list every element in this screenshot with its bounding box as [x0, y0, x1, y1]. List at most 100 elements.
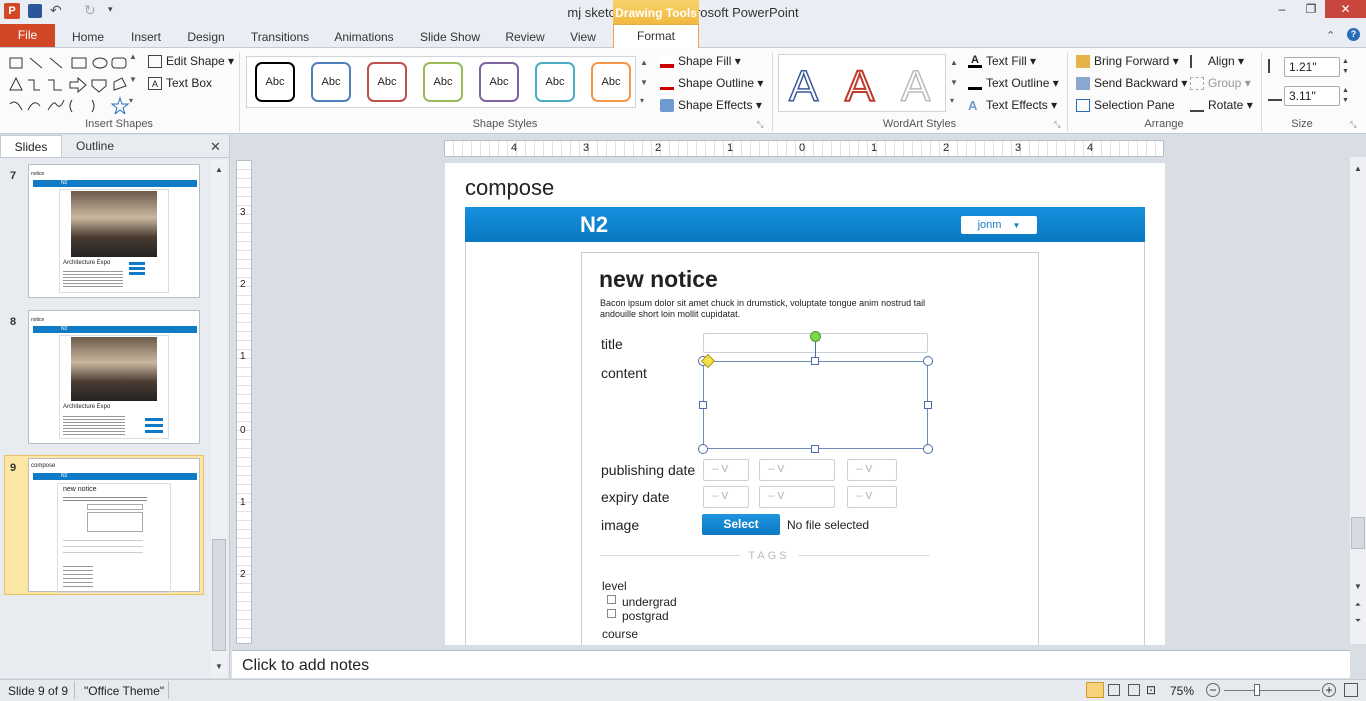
- zoom-slider-thumb[interactable]: [1254, 684, 1260, 696]
- editor-scroll-thumb[interactable]: [1351, 517, 1365, 549]
- undergrad-checkbox[interactable]: [607, 595, 616, 604]
- reading-view-icon[interactable]: [1128, 684, 1140, 696]
- postgrad-checkbox[interactable]: [607, 609, 616, 618]
- shapes-gallery-icons[interactable]: [6, 54, 136, 116]
- selection-pane-button[interactable]: Selection Pane: [1076, 97, 1175, 113]
- align-button[interactable]: Align ▾: [1190, 53, 1244, 69]
- slide-thumbnail-8[interactable]: notice N2 Architecture Expo: [28, 310, 200, 444]
- expiry-day-select[interactable]: -- V: [703, 486, 749, 508]
- resize-handle[interactable]: [923, 356, 933, 366]
- shape-outline-button[interactable]: Shape Outline ▾: [660, 75, 763, 91]
- edit-shape-button[interactable]: Edit Shape ▾: [148, 53, 234, 69]
- select-file-button[interactable]: Select: [702, 514, 780, 535]
- text-box-button[interactable]: A Text Box: [148, 75, 212, 91]
- panel-scroll-down-icon[interactable]: ▼: [212, 660, 226, 674]
- shape-styles-launcher-icon[interactable]: ⤡: [757, 120, 763, 130]
- width-spinner[interactable]: ▲ ▼: [1342, 86, 1349, 106]
- tab-slide-show[interactable]: Slide Show: [414, 27, 486, 48]
- tab-slides[interactable]: Slides: [0, 135, 62, 157]
- editor-scroll-up-icon[interactable]: ▲: [1351, 162, 1365, 176]
- text-fill-button[interactable]: A Text Fill ▾: [968, 53, 1036, 69]
- zoom-in-icon[interactable]: +: [1322, 683, 1336, 697]
- panel-scroll-thumb[interactable]: [212, 539, 226, 651]
- publishing-month-select[interactable]: -- V: [759, 459, 835, 481]
- previous-slide-icon[interactable]: ⏶: [1351, 598, 1365, 612]
- resize-handle[interactable]: [699, 401, 707, 409]
- style-purple[interactable]: Abc: [479, 62, 519, 102]
- close-button[interactable]: ✕: [1325, 0, 1366, 18]
- slide-sorter-icon[interactable]: [1108, 684, 1120, 696]
- wordart-gallery[interactable]: A A A: [778, 54, 946, 112]
- content-textarea-selected[interactable]: [703, 361, 928, 449]
- style-blue[interactable]: Abc: [311, 62, 351, 102]
- wordart-scroll-up-icon[interactable]: ▲: [950, 58, 958, 67]
- tab-outline[interactable]: Outline: [64, 135, 126, 157]
- wordart-launcher-icon[interactable]: ⤡: [1054, 120, 1060, 130]
- style-red[interactable]: Abc: [367, 62, 407, 102]
- notes-pane[interactable]: Click to add notes: [232, 650, 1350, 678]
- shapes-gallery[interactable]: [6, 54, 136, 116]
- zoom-level[interactable]: 75%: [1170, 684, 1194, 698]
- gallery-scroll-up-icon[interactable]: ▲: [129, 52, 137, 61]
- tab-view[interactable]: View: [560, 27, 606, 48]
- tab-transitions[interactable]: Transitions: [244, 27, 316, 48]
- editor-scrollbar[interactable]: [1350, 157, 1366, 644]
- style-green[interactable]: Abc: [423, 62, 463, 102]
- normal-view-icon[interactable]: [1086, 682, 1104, 698]
- expiry-month-select[interactable]: -- V: [759, 486, 835, 508]
- styles-scroll-up-icon[interactable]: ▲: [640, 58, 648, 67]
- resize-handle[interactable]: [811, 445, 819, 453]
- height-spinner[interactable]: ▲ ▼: [1342, 57, 1349, 77]
- resize-handle[interactable]: [698, 444, 708, 454]
- slide-title[interactable]: compose: [465, 175, 554, 201]
- editor-scroll-down-icon[interactable]: ▼: [1351, 580, 1365, 594]
- tab-animations[interactable]: Animations: [328, 27, 400, 48]
- wordart-samples[interactable]: A A A: [779, 55, 947, 113]
- wordart-scroll-down-icon[interactable]: ▼: [950, 78, 958, 87]
- minimize-ribbon-icon[interactable]: ⌃: [1326, 29, 1335, 42]
- wordart-more-icon[interactable]: ▾: [950, 96, 954, 105]
- panel-scroll-up-icon[interactable]: ▲: [212, 163, 226, 177]
- slide-thumbnail-9[interactable]: compose N2 new notice: [28, 458, 200, 593]
- rotation-handle[interactable]: [810, 331, 821, 342]
- tab-review[interactable]: Review: [500, 27, 550, 48]
- styles-more-icon[interactable]: ▾: [640, 96, 644, 105]
- gallery-more-icon[interactable]: ▾: [129, 96, 133, 105]
- minimize-button[interactable]: ‒: [1268, 0, 1296, 18]
- rotate-button[interactable]: Rotate ▾: [1190, 97, 1253, 113]
- maximize-button[interactable]: ❐: [1297, 0, 1325, 18]
- group-button[interactable]: Group ▾: [1190, 75, 1251, 91]
- resize-handle[interactable]: [924, 401, 932, 409]
- shape-effects-button[interactable]: Shape Effects ▾: [660, 97, 762, 113]
- publishing-year-select[interactable]: -- V: [847, 459, 897, 481]
- style-orange[interactable]: Abc: [591, 62, 631, 102]
- tab-insert[interactable]: Insert: [120, 27, 172, 48]
- width-input[interactable]: 3.11": [1284, 86, 1340, 106]
- shape-styles-gallery[interactable]: Abc Abc Abc Abc Abc Abc Abc: [246, 56, 636, 108]
- fit-to-window-icon[interactable]: [1344, 683, 1358, 697]
- resize-handle[interactable]: [923, 444, 933, 454]
- next-slide-icon[interactable]: ⏷: [1351, 614, 1365, 628]
- zoom-out-icon[interactable]: −: [1206, 683, 1220, 697]
- send-backward-button[interactable]: Send Backward ▾: [1076, 75, 1187, 91]
- tab-design[interactable]: Design: [180, 27, 232, 48]
- slide-thumbnail-7[interactable]: notice N2 Architecture Expo: [28, 164, 200, 298]
- slide-canvas[interactable]: compose N2 jonm ▼ new notice Bacon ipsum…: [445, 163, 1165, 645]
- publishing-day-select[interactable]: -- V: [703, 459, 749, 481]
- user-dropdown[interactable]: jonm ▼: [961, 216, 1037, 234]
- gallery-scroll-down-icon[interactable]: ▼: [129, 75, 137, 84]
- text-outline-button[interactable]: Text Outline ▾: [968, 75, 1059, 91]
- zoom-slider-track[interactable]: [1224, 690, 1320, 691]
- expiry-year-select[interactable]: -- V: [847, 486, 897, 508]
- shape-fill-button[interactable]: Shape Fill ▾: [660, 53, 741, 69]
- tab-home[interactable]: Home: [62, 27, 114, 48]
- style-aqua[interactable]: Abc: [535, 62, 575, 102]
- size-launcher-icon[interactable]: ⤡: [1350, 120, 1356, 130]
- text-effects-button[interactable]: A Text Effects ▾: [968, 97, 1057, 113]
- bring-forward-button[interactable]: Bring Forward ▾: [1076, 53, 1179, 69]
- close-panel-icon[interactable]: ✕: [210, 139, 221, 155]
- styles-scroll-down-icon[interactable]: ▼: [640, 78, 648, 87]
- notes-placeholder[interactable]: Click to add notes: [242, 657, 369, 675]
- theme-name[interactable]: "Office Theme": [84, 684, 164, 698]
- resize-handle[interactable]: [811, 357, 819, 365]
